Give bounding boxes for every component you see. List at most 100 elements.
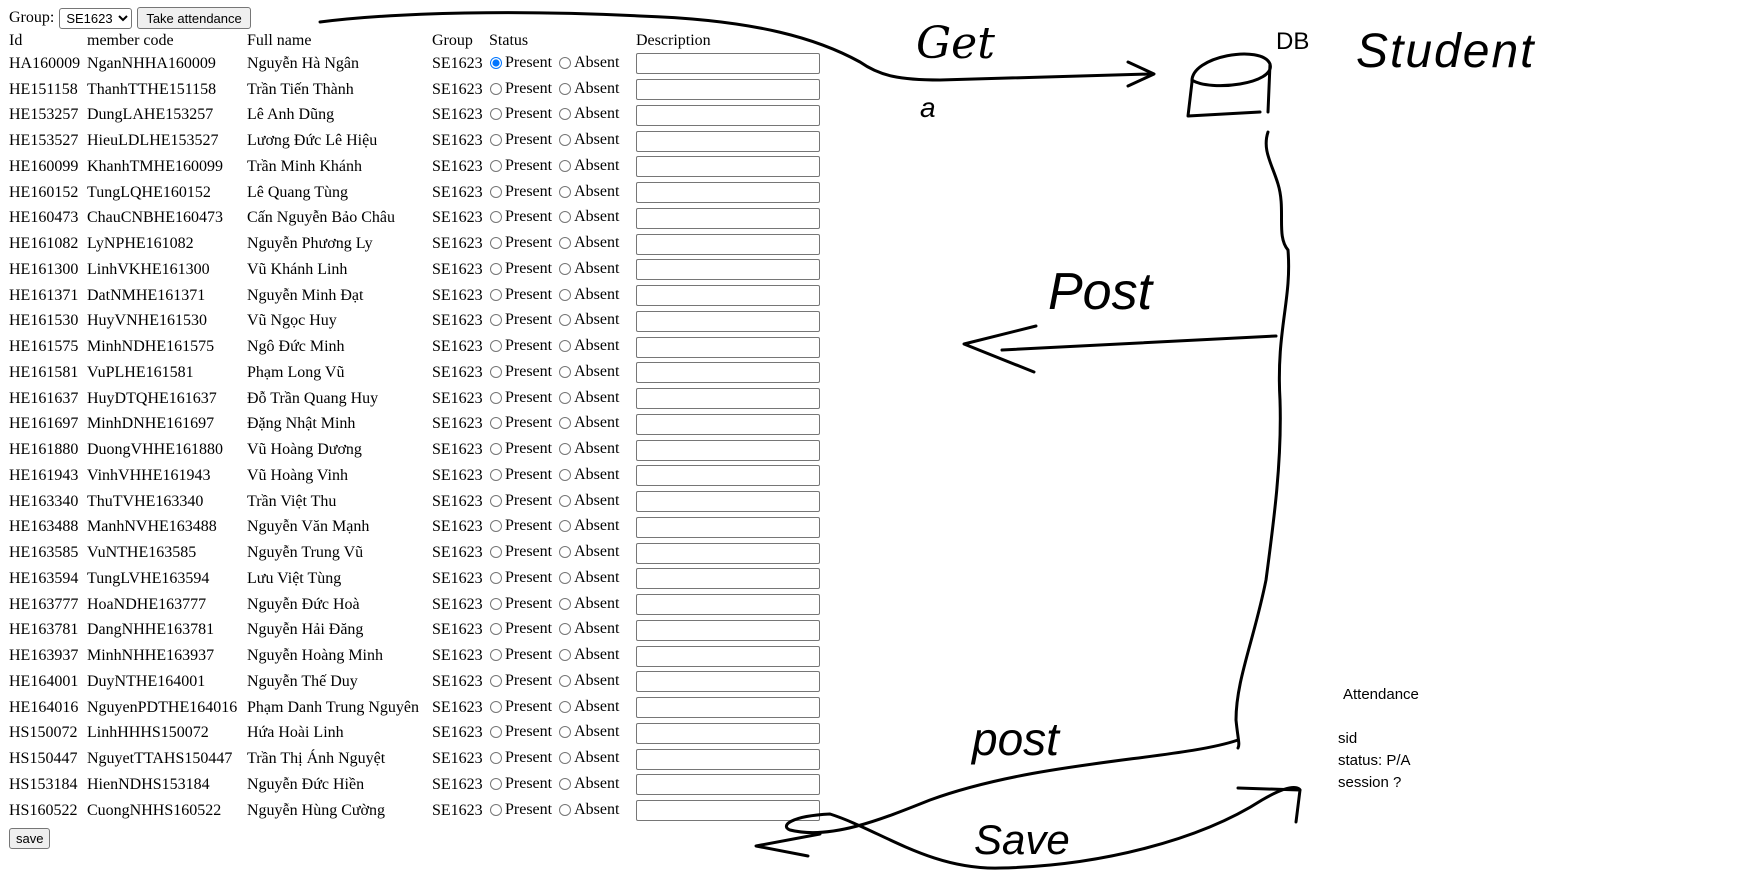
present-radio[interactable]: [490, 211, 502, 224]
description-input[interactable]: [636, 800, 820, 822]
absent-option[interactable]: Absent: [558, 234, 619, 252]
absent-option[interactable]: Absent: [558, 569, 619, 587]
absent-radio[interactable]: [559, 159, 572, 172]
description-input[interactable]: [636, 53, 820, 75]
present-option[interactable]: Present: [489, 54, 552, 72]
take-attendance-button[interactable]: Take attendance: [137, 7, 251, 29]
present-option[interactable]: Present: [489, 311, 552, 329]
absent-option[interactable]: Absent: [558, 543, 619, 561]
description-input[interactable]: [636, 310, 820, 332]
absent-option[interactable]: Absent: [558, 311, 619, 329]
absent-radio[interactable]: [559, 237, 572, 250]
absent-option[interactable]: Absent: [558, 698, 619, 716]
present-option[interactable]: Present: [489, 723, 552, 741]
present-radio[interactable]: [490, 674, 502, 687]
present-option[interactable]: Present: [489, 517, 552, 535]
present-option[interactable]: Present: [489, 80, 552, 98]
absent-option[interactable]: Absent: [558, 595, 619, 613]
absent-option[interactable]: Absent: [558, 131, 619, 149]
absent-radio[interactable]: [559, 546, 572, 559]
description-input[interactable]: [636, 388, 820, 410]
present-option[interactable]: Present: [489, 208, 552, 226]
present-radio[interactable]: [490, 82, 502, 95]
present-option[interactable]: Present: [489, 466, 552, 484]
description-input[interactable]: [636, 774, 820, 796]
absent-radio[interactable]: [559, 185, 572, 198]
present-radio[interactable]: [490, 262, 502, 275]
present-option[interactable]: Present: [489, 672, 552, 690]
absent-radio[interactable]: [559, 468, 572, 481]
absent-option[interactable]: Absent: [558, 337, 619, 355]
absent-radio[interactable]: [559, 314, 572, 327]
description-input[interactable]: [636, 465, 820, 487]
present-radio[interactable]: [490, 443, 502, 456]
absent-radio[interactable]: [559, 571, 572, 584]
present-option[interactable]: Present: [489, 260, 552, 278]
description-input[interactable]: [636, 645, 820, 667]
present-radio[interactable]: [490, 803, 502, 816]
present-radio[interactable]: [490, 494, 502, 507]
absent-option[interactable]: Absent: [558, 208, 619, 226]
absent-option[interactable]: Absent: [558, 517, 619, 535]
description-input[interactable]: [636, 182, 820, 204]
absent-option[interactable]: Absent: [558, 414, 619, 432]
absent-radio[interactable]: [559, 752, 572, 765]
absent-radio[interactable]: [559, 262, 572, 275]
absent-radio[interactable]: [559, 726, 572, 739]
absent-option[interactable]: Absent: [558, 286, 619, 304]
absent-option[interactable]: Absent: [558, 775, 619, 793]
description-input[interactable]: [636, 156, 820, 178]
present-option[interactable]: Present: [489, 698, 552, 716]
absent-option[interactable]: Absent: [558, 260, 619, 278]
present-option[interactable]: Present: [489, 363, 552, 381]
present-option[interactable]: Present: [489, 389, 552, 407]
present-option[interactable]: Present: [489, 569, 552, 587]
absent-option[interactable]: Absent: [558, 646, 619, 664]
absent-radio[interactable]: [559, 520, 572, 533]
present-radio[interactable]: [490, 159, 502, 172]
present-radio[interactable]: [490, 752, 502, 765]
present-option[interactable]: Present: [489, 105, 552, 123]
present-radio[interactable]: [490, 134, 502, 147]
absent-radio[interactable]: [559, 443, 572, 456]
absent-radio[interactable]: [559, 82, 572, 95]
absent-option[interactable]: Absent: [558, 801, 619, 819]
absent-option[interactable]: Absent: [558, 389, 619, 407]
description-input[interactable]: [636, 130, 820, 152]
absent-option[interactable]: Absent: [558, 363, 619, 381]
description-input[interactable]: [636, 542, 820, 564]
present-option[interactable]: Present: [489, 414, 552, 432]
present-option[interactable]: Present: [489, 801, 552, 819]
absent-option[interactable]: Absent: [558, 54, 619, 72]
present-radio[interactable]: [490, 700, 502, 713]
present-option[interactable]: Present: [489, 286, 552, 304]
present-option[interactable]: Present: [489, 440, 552, 458]
present-radio[interactable]: [490, 237, 502, 250]
present-option[interactable]: Present: [489, 183, 552, 201]
present-option[interactable]: Present: [489, 543, 552, 561]
absent-radio[interactable]: [559, 597, 572, 610]
present-option[interactable]: Present: [489, 234, 552, 252]
description-input[interactable]: [636, 722, 820, 744]
present-radio[interactable]: [490, 288, 502, 301]
present-option[interactable]: Present: [489, 595, 552, 613]
absent-radio[interactable]: [559, 777, 572, 790]
present-radio[interactable]: [490, 108, 502, 121]
absent-option[interactable]: Absent: [558, 620, 619, 638]
description-input[interactable]: [636, 285, 820, 307]
present-radio[interactable]: [490, 391, 502, 404]
description-input[interactable]: [636, 79, 820, 101]
description-input[interactable]: [636, 619, 820, 641]
description-input[interactable]: [636, 697, 820, 719]
present-radio[interactable]: [490, 546, 502, 559]
present-radio[interactable]: [490, 185, 502, 198]
absent-radio[interactable]: [559, 134, 572, 147]
description-input[interactable]: [636, 439, 820, 461]
absent-radio[interactable]: [559, 56, 572, 69]
present-option[interactable]: Present: [489, 131, 552, 149]
present-option[interactable]: Present: [489, 492, 552, 510]
absent-option[interactable]: Absent: [558, 157, 619, 175]
absent-radio[interactable]: [559, 649, 572, 662]
present-radio[interactable]: [490, 314, 502, 327]
absent-radio[interactable]: [559, 391, 572, 404]
